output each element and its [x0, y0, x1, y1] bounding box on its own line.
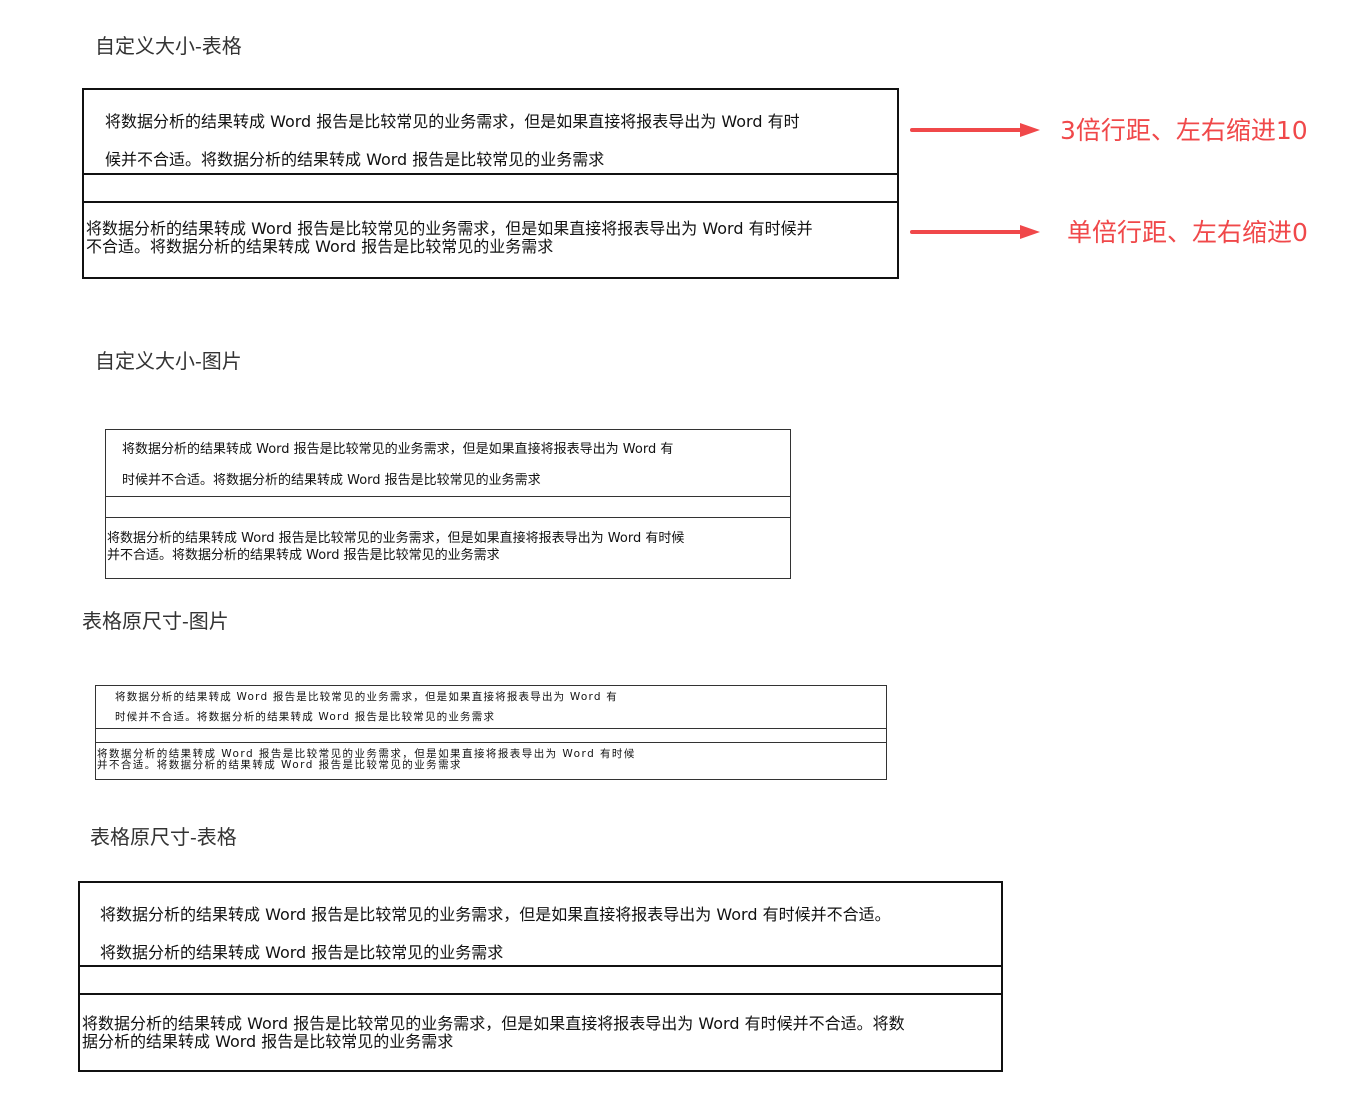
row-text-line: 并不合适。将数据分析的结果转成 Word 报告是比较常见的业务需求: [107, 548, 500, 563]
table-row: 将数据分析的结果转成 Word 报告是比较常见的业务需求，但是如果直接将报表导出…: [106, 430, 790, 496]
original-size-table: 将数据分析的结果转成 Word 报告是比较常见的业务需求，但是如果直接将报表导出…: [78, 881, 1003, 1072]
row-text-line: 将数据分析的结果转成 Word 报告是比较常见的业务需求，但是如果直接将报表导出…: [107, 531, 685, 546]
row-text-line: 将数据分析的结果转成 Word 报告是比较常见的业务需求，但是如果直接将报表导出…: [82, 1014, 905, 1033]
table-row: 将数据分析的结果转成 Word 报告是比较常见的业务需求，但是如果直接将报表导出…: [80, 993, 1001, 1070]
table-row: [80, 965, 1001, 994]
section-heading: 表格原尺寸-表格: [90, 825, 237, 849]
table-row: 将数据分析的结果转成 Word 报告是比较常见的业务需求，但是如果直接将报表导出…: [96, 742, 886, 780]
custom-size-image: 将数据分析的结果转成 Word 报告是比较常见的业务需求，但是如果直接将报表导出…: [105, 429, 791, 579]
row-text-line: 将数据分析的结果转成 Word 报告是比较常见的业务需求，但是如果直接将报表导出…: [100, 905, 891, 924]
row-text-line: 不合适。将数据分析的结果转成 Word 报告是比较常见的业务需求: [86, 237, 554, 256]
row-text-line: 候并不合适。将数据分析的结果转成 Word 报告是比较常见的业务需求: [105, 150, 605, 169]
section-heading: 自定义大小-图片: [95, 349, 242, 373]
custom-size-table: 将数据分析的结果转成 Word 报告是比较常见的业务需求，但是如果直接将报表导出…: [82, 88, 899, 279]
table-row: [84, 173, 897, 202]
table-row: 将数据分析的结果转成 Word 报告是比较常见的业务需求，但是如果直接将报表导出…: [84, 90, 897, 174]
original-size-image: 将数据分析的结果转成 Word 报告是比较常见的业务需求，但是如果直接将报表导出…: [95, 685, 887, 780]
arrow-right-icon: [910, 123, 1040, 137]
section-heading: 自定义大小-表格: [95, 34, 242, 58]
row-text-line: 将数据分析的结果转成 Word 报告是比较常见的业务需求，但是如果直接将报表导出…: [122, 442, 674, 457]
annotation-label: 3倍行距、左右缩进10: [1060, 116, 1308, 145]
annotation-label: 单倍行距、左右缩进0: [1067, 218, 1308, 247]
row-text-line: 将数据分析的结果转成 Word 报告是比较常见的业务需求，但是如果直接将报表导出…: [115, 691, 618, 703]
row-text-line: 将数据分析的结果转成 Word 报告是比较常见的业务需求: [100, 943, 504, 962]
table-row: 将数据分析的结果转成 Word 报告是比较常见的业务需求，但是如果直接将报表导出…: [84, 201, 897, 277]
table-row: 将数据分析的结果转成 Word 报告是比较常见的业务需求，但是如果直接将报表导出…: [80, 883, 1001, 966]
row-text-line: 据分析的结果转成 Word 报告是比较常见的业务需求: [82, 1032, 454, 1051]
table-row: [96, 728, 886, 742]
row-text-line: 将数据分析的结果转成 Word 报告是比较常见的业务需求，但是如果直接将报表导出…: [105, 112, 800, 131]
row-text-line: 时候并不合适。将数据分析的结果转成 Word 报告是比较常见的业务需求: [122, 473, 541, 488]
row-text-line: 并不合适。将数据分析的结果转成 Word 报告是比较常见的业务需求: [97, 759, 463, 771]
row-text-line: 时候并不合适。将数据分析的结果转成 Word 报告是比较常见的业务需求: [115, 711, 496, 723]
section-heading: 表格原尺寸-图片: [82, 609, 229, 633]
table-row: 将数据分析的结果转成 Word 报告是比较常见的业务需求，但是如果直接将报表导出…: [96, 686, 886, 728]
table-row: [106, 496, 790, 517]
row-text-line: 将数据分析的结果转成 Word 报告是比较常见的业务需求，但是如果直接将报表导出…: [86, 219, 813, 238]
arrow-right-icon: [910, 225, 1040, 239]
table-row: 将数据分析的结果转成 Word 报告是比较常见的业务需求，但是如果直接将报表导出…: [106, 517, 790, 578]
